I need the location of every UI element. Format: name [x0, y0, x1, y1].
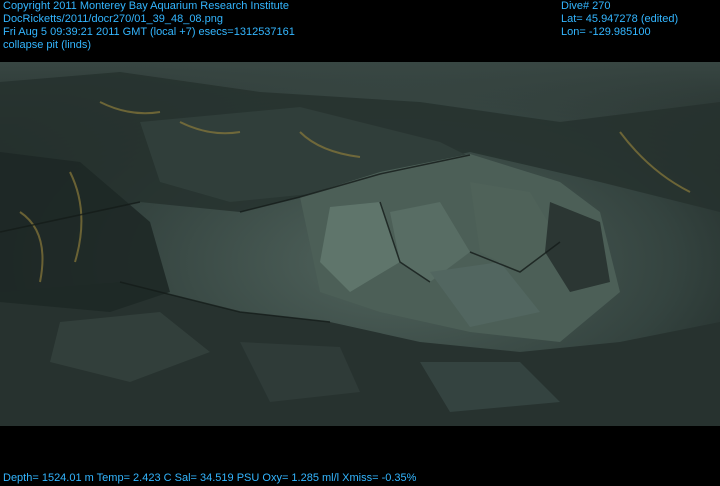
latitude-text: Lat= 45.947278 (edited): [561, 13, 679, 25]
header-right-overlay: Dive# 270 Lat= 45.947278 (edited) Lon= -…: [561, 0, 678, 39]
image-path-text: DocRicketts/2011/docr270/01_39_48_08.png: [3, 13, 223, 25]
longitude-text: Lon= -129.985100: [561, 26, 651, 38]
annotation-text: collapse pit (linds): [3, 39, 92, 51]
dive-number-text: Dive# 270: [561, 0, 611, 12]
seafloor-photo: [0, 62, 720, 426]
video-frame: Copyright 2011 Monterey Bay Aquarium Res…: [0, 0, 720, 486]
header-left-overlay: Copyright 2011 Monterey Bay Aquarium Res…: [3, 0, 295, 52]
telemetry-text: Depth= 1524.01 m Temp= 2.423 C Sal= 34.5…: [3, 472, 417, 484]
copyright-text: Copyright 2011 Monterey Bay Aquarium Res…: [3, 0, 289, 12]
timestamp-text: Fri Aug 5 09:39:21 2011 GMT (local +7) e…: [3, 26, 295, 38]
